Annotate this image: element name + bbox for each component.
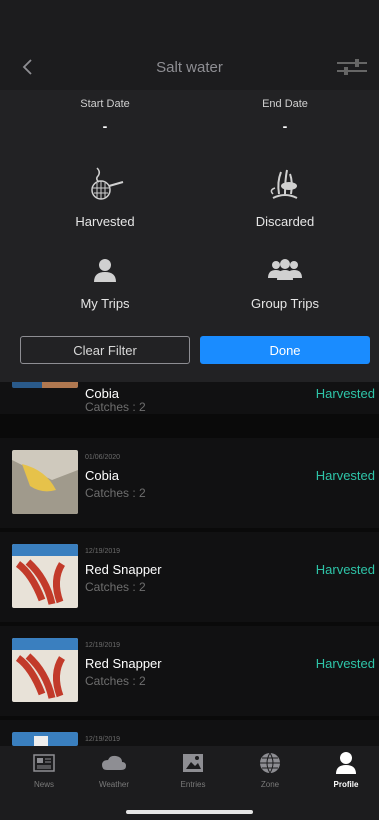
entry-date: 12/19/2019	[85, 736, 121, 743]
harvested-option[interactable]: Harvested	[25, 162, 185, 229]
clear-filter-button[interactable]: Clear Filter	[20, 336, 190, 364]
entry-thumbnail	[12, 638, 78, 702]
entry-date: 12/19/2019	[85, 642, 121, 649]
home-indicator	[126, 810, 253, 814]
tab-profile-label: Profile	[333, 780, 359, 789]
start-date-picker[interactable]: Start Date -	[25, 98, 185, 134]
entry-catches: Catches : 2	[85, 674, 146, 688]
person-icon	[94, 259, 116, 282]
newspaper-icon	[33, 754, 55, 772]
entry-thumbnail	[12, 544, 78, 608]
tab-weather[interactable]: Weather	[84, 750, 144, 789]
filter-button[interactable]	[335, 56, 369, 78]
entry-catches: Catches : 2	[85, 580, 146, 594]
tab-news-label: News	[33, 780, 54, 789]
tab-news[interactable]: News	[14, 750, 74, 789]
discarded-label: Discarded	[255, 214, 315, 229]
tab-profile[interactable]: Profile	[316, 750, 376, 789]
tab-zone-label: Zone	[260, 780, 280, 789]
entry-status: Harvested	[315, 562, 375, 577]
end-date-picker[interactable]: End Date -	[205, 98, 365, 134]
group-icon	[268, 259, 302, 280]
entry-catches: Catches : 2	[85, 400, 146, 414]
start-date-value: -	[102, 118, 108, 134]
fish-net-icon	[91, 167, 124, 200]
entry-species: Cobia	[85, 468, 119, 483]
list-item[interactable]: 12/19/2019 Red Snapper Catches : 2 Harve…	[0, 532, 379, 622]
entries-list[interactable]: Cobia Catches : 2 Harvested 01/06/2020 C…	[0, 382, 379, 746]
end-date-label: End Date	[262, 98, 308, 110]
entry-date: 12/19/2019	[85, 548, 121, 555]
status-bar	[0, 0, 379, 44]
entry-status: Harvested	[315, 656, 375, 671]
entry-species: Red Snapper	[85, 562, 162, 577]
entries-icon	[183, 754, 203, 772]
harvested-label: Harvested	[75, 214, 135, 229]
my-trips-label: My Trips	[80, 296, 130, 311]
discarded-option[interactable]: Discarded	[205, 162, 365, 229]
tab-entries-label: Entries	[180, 780, 206, 789]
entry-date: 01/06/2020	[85, 454, 121, 461]
done-button[interactable]: Done	[200, 336, 370, 364]
entry-status: Harvested	[315, 386, 375, 401]
entry-thumbnail	[12, 732, 78, 746]
entry-thumbnail	[12, 450, 78, 514]
page-title: Salt water	[156, 58, 223, 76]
start-date-label: Start Date	[80, 98, 130, 110]
navigation-bar: Salt water	[0, 44, 379, 90]
chevron-left-icon	[22, 59, 32, 75]
tab-bar: News Weather Entries Zone Profile	[0, 746, 379, 820]
list-item[interactable]: 12/19/2019	[0, 720, 379, 746]
cloud-icon	[102, 755, 126, 770]
entry-species: Red Snapper	[85, 656, 162, 671]
filter-panel: Start Date - End Date - Harvested Discar	[0, 90, 379, 382]
end-date-value: -	[282, 118, 288, 134]
globe-icon	[260, 752, 280, 774]
tab-zone[interactable]: Zone	[240, 750, 300, 789]
my-trips-option[interactable]: My Trips	[25, 248, 185, 311]
sliders-icon	[337, 59, 367, 75]
list-item[interactable]: 01/06/2020 Cobia Catches : 2 Harvested	[0, 438, 379, 528]
list-item[interactable]: 12/19/2019 Red Snapper Catches : 2 Harve…	[0, 626, 379, 716]
tab-entries[interactable]: Entries	[163, 750, 223, 789]
entry-status: Harvested	[315, 468, 375, 483]
back-button[interactable]	[14, 54, 40, 80]
tab-weather-label: Weather	[98, 780, 130, 789]
entry-thumbnail	[12, 382, 78, 388]
group-trips-label: Group Trips	[251, 296, 319, 311]
profile-icon	[336, 752, 356, 774]
list-item[interactable]: Cobia Catches : 2 Harvested	[0, 382, 379, 414]
group-trips-option[interactable]: Group Trips	[205, 248, 365, 311]
entry-species: Cobia	[85, 386, 119, 401]
entry-catches: Catches : 2	[85, 486, 146, 500]
release-icon	[270, 169, 298, 199]
